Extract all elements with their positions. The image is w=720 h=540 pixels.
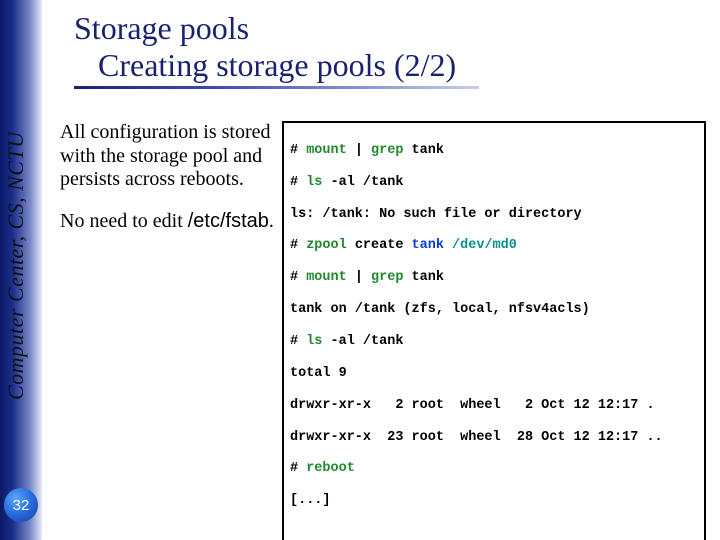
term-line: total 9 [290, 366, 698, 382]
term-line: # reboot [290, 461, 698, 477]
para2-code: /etc/fstab [188, 210, 269, 232]
title-line-2: Creating storage pools (2/2) [74, 47, 712, 84]
term-line: drwxr-xr-x 2 root wheel 2 Oct 12 12:17 . [290, 398, 698, 414]
para2-prefix: No need to edit [60, 210, 188, 232]
term-line: [...] [290, 493, 698, 509]
body-row: All configuration is stored with the sto… [60, 121, 712, 540]
paragraph-1: All configuration is stored with the sto… [60, 121, 282, 192]
content-area: Storage pools Creating storage pools (2/… [60, 0, 712, 532]
term-line: tank on /tank (zfs, local, nfsv4acls) [290, 302, 698, 318]
institution-label: Computer Center, CS, NCTU [3, 6, 39, 526]
paragraph-2: No need to edit /etc/fstab. [60, 210, 282, 234]
term-line: # mount | grep tank [290, 143, 698, 159]
body-text: All configuration is stored with the sto… [60, 121, 282, 251]
title-line-1: Storage pools [74, 10, 712, 47]
title-block: Storage pools Creating storage pools (2/… [60, 0, 712, 84]
title-underline [74, 86, 479, 89]
term-line: # ls -al /tank [290, 175, 698, 191]
term-line [290, 525, 698, 540]
term-line: ls: /tank: No such file or directory [290, 207, 698, 223]
term-line: # mount | grep tank [290, 270, 698, 286]
term-line: # zpool create tank /dev/md0 [290, 238, 698, 254]
term-line: # ls -al /tank [290, 334, 698, 350]
para2-suffix: . [269, 210, 274, 232]
slide: Computer Center, CS, NCTU 32 Storage poo… [0, 0, 720, 540]
terminal-output: # mount | grep tank # ls -al /tank ls: /… [282, 121, 706, 540]
page-number-badge: 32 [4, 488, 38, 522]
term-line: drwxr-xr-x 23 root wheel 28 Oct 12 12:17… [290, 430, 698, 446]
